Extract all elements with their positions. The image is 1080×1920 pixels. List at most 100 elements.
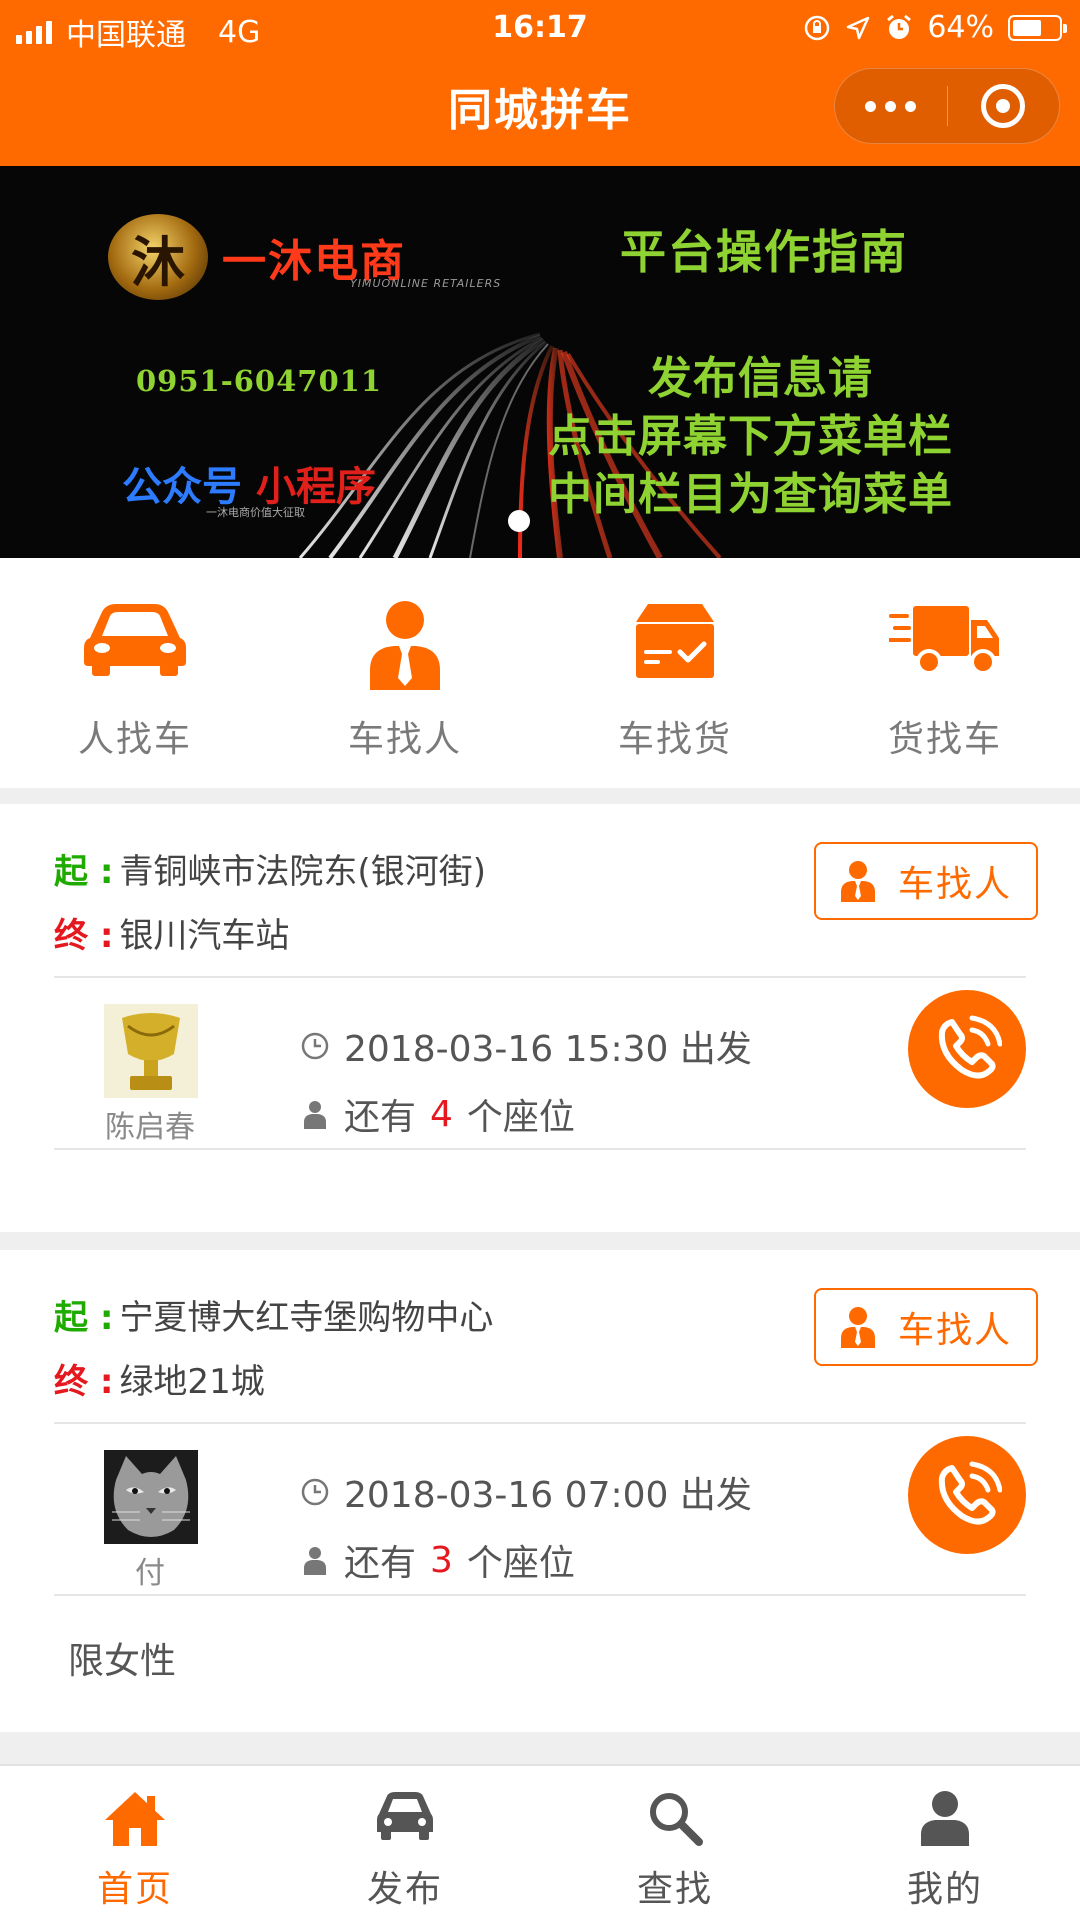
- car-icon: [84, 604, 186, 676]
- miniprogram-capsule: [834, 68, 1060, 144]
- seat-person-icon: [304, 1101, 326, 1129]
- person-icon: [370, 601, 440, 690]
- tab-label: 发布: [366, 1869, 443, 1910]
- post-type-badge: 车找人: [814, 1288, 1038, 1366]
- top-bar: 中国联通 4G 16:17 64% 同城拼车: [0, 0, 1080, 166]
- clock-icon: [301, 1032, 329, 1060]
- status-right: 64%: [803, 10, 1067, 45]
- departure-time: 2018-03-16 07:00 出发: [300, 1466, 752, 1518]
- route-start: 起 : 宁夏博大红寺堡购物中心: [54, 1290, 493, 1339]
- status-bar: 中国联通 4G 16:17 64%: [0, 0, 1080, 54]
- location-icon: [847, 16, 870, 39]
- battery-icon: [1008, 14, 1067, 41]
- close-miniprogram-icon[interactable]: [948, 84, 1060, 128]
- more-menu-icon[interactable]: [835, 100, 947, 112]
- brand-logo-icon: 沐: [108, 214, 208, 300]
- banner-guide-title: 平台操作指南: [620, 225, 908, 279]
- route-end: 终 : 绿地21城: [54, 1354, 265, 1403]
- banner-phone: 0951-6047011: [136, 364, 382, 398]
- car-icon: [377, 1792, 433, 1840]
- category-grid: 人找车 车找人 车找货 货找车: [0, 558, 1080, 788]
- category-cargo-seeks-car[interactable]: 货找车: [810, 558, 1080, 788]
- departure-datetime: 2018-03-16 07:00 出发: [344, 1475, 752, 1516]
- category-label: 车找人: [347, 719, 462, 760]
- user-name: 陈启春: [105, 1110, 195, 1145]
- category-car-seeks-cargo[interactable]: 车找货: [540, 558, 810, 788]
- tab-label: 查找: [636, 1869, 713, 1910]
- person-icon: [840, 1307, 875, 1348]
- category-car-seeks-passenger[interactable]: 车找人: [270, 558, 540, 788]
- app-screen: 中国联通 4G 16:17 64% 同城拼车 沐 一沐电商 YIMUONLINE…: [0, 0, 1080, 1920]
- phone-call-icon: [938, 1015, 1002, 1079]
- carousel-indicator[interactable]: [508, 510, 530, 532]
- search-icon: [650, 1793, 703, 1846]
- category-label: 车找货: [617, 719, 732, 760]
- clock-icon: [301, 1478, 329, 1506]
- start-location: 宁夏博大红寺堡购物中心: [119, 1298, 494, 1338]
- departure-time: 2018-03-16 15:30 出发: [300, 1020, 752, 1072]
- trophy-avatar-image: [104, 1004, 198, 1098]
- card-divider: [54, 1148, 1026, 1150]
- seat-person-icon: [304, 1547, 326, 1575]
- departure-datetime: 2018-03-16 15:30 出发: [344, 1029, 752, 1070]
- category-label: 人找车: [77, 719, 192, 760]
- end-location: 银川汽车站: [119, 916, 290, 956]
- truck-icon: [889, 606, 999, 675]
- tab-label: 首页: [96, 1869, 173, 1910]
- cat-avatar-image: [104, 1450, 198, 1544]
- battery-percent: 64%: [927, 10, 994, 45]
- alarm-icon: [887, 14, 912, 39]
- cargo-box-icon: [636, 604, 714, 678]
- seats-prefix: 还有: [344, 1097, 417, 1138]
- end-label: 终 :: [54, 1362, 114, 1402]
- banner-channel-miniapp: 小程序: [255, 463, 376, 510]
- card-divider: [54, 1422, 1026, 1424]
- category-passenger-seeks-car[interactable]: 人找车: [0, 558, 270, 788]
- avatar[interactable]: [104, 1450, 198, 1544]
- seats-count: 4: [430, 1093, 453, 1135]
- banner-line-2: 点击屏幕下方菜单栏: [548, 411, 953, 462]
- post-card[interactable]: 起 : 宁夏博大红寺堡购物中心 终 : 绿地21城 车找人 付 2018-03-16…: [0, 1250, 1080, 1732]
- seats-suffix: 个座位: [466, 1097, 575, 1138]
- user-name: 付: [135, 1556, 165, 1591]
- rotation-lock-icon: [805, 15, 830, 40]
- avatar[interactable]: [104, 1004, 198, 1098]
- start-label: 起 :: [54, 1298, 114, 1338]
- end-location: 绿地21城: [119, 1362, 265, 1402]
- card-divider: [54, 976, 1026, 978]
- post-type-label: 车找人: [897, 1310, 1012, 1351]
- seats-suffix: 个座位: [466, 1543, 575, 1584]
- route-end: 终 : 银川汽车站: [54, 908, 289, 957]
- bottom-tab-bar: 首页 发布 查找 我的: [0, 1764, 1080, 1920]
- brand-logo-group: 沐 一沐电商 YIMUONLINE RETAILERS: [108, 214, 500, 300]
- brand-subtitle: YIMUONLINE RETAILERS: [350, 277, 502, 290]
- phone-call-icon: [938, 1461, 1002, 1525]
- promo-banner[interactable]: 沐 一沐电商 YIMUONLINE RETAILERS 0951-6047011…: [0, 166, 1080, 558]
- card-divider: [54, 1594, 1026, 1596]
- seats-count: 3: [430, 1539, 453, 1581]
- start-location: 青铜峡市法院东(银河街): [119, 852, 486, 892]
- post-note: 限女性: [68, 1641, 177, 1682]
- home-icon: [105, 1792, 165, 1846]
- seats-available: 还有 3 个座位: [300, 1534, 575, 1586]
- post-type-badge: 车找人: [814, 842, 1038, 920]
- tab-search[interactable]: 查找: [540, 1766, 810, 1920]
- seats-prefix: 还有: [344, 1543, 417, 1584]
- tab-home[interactable]: 首页: [0, 1766, 270, 1920]
- post-type-label: 车找人: [897, 864, 1012, 905]
- banner-channel-public: 公众号: [122, 463, 242, 510]
- end-label: 终 :: [54, 916, 114, 956]
- user-icon: [921, 1791, 969, 1846]
- seats-available: 还有 4 个座位: [300, 1088, 575, 1140]
- start-label: 起 :: [54, 852, 114, 892]
- category-label: 货找车: [887, 719, 1002, 760]
- post-card[interactable]: 起 : 青铜峡市法院东(银河街) 终 : 银川汽车站 车找人 陈启春 2018-03…: [0, 804, 1080, 1232]
- banner-channel-caption: 一沐电商价值大征取: [206, 506, 305, 519]
- tab-profile[interactable]: 我的: [810, 1766, 1080, 1920]
- call-button[interactable]: [908, 1436, 1026, 1554]
- tab-publish[interactable]: 发布: [270, 1766, 540, 1920]
- call-button[interactable]: [908, 990, 1026, 1108]
- tab-label: 我的: [906, 1869, 983, 1910]
- banner-line-1: 发布信息请: [648, 353, 873, 404]
- person-icon: [840, 861, 875, 902]
